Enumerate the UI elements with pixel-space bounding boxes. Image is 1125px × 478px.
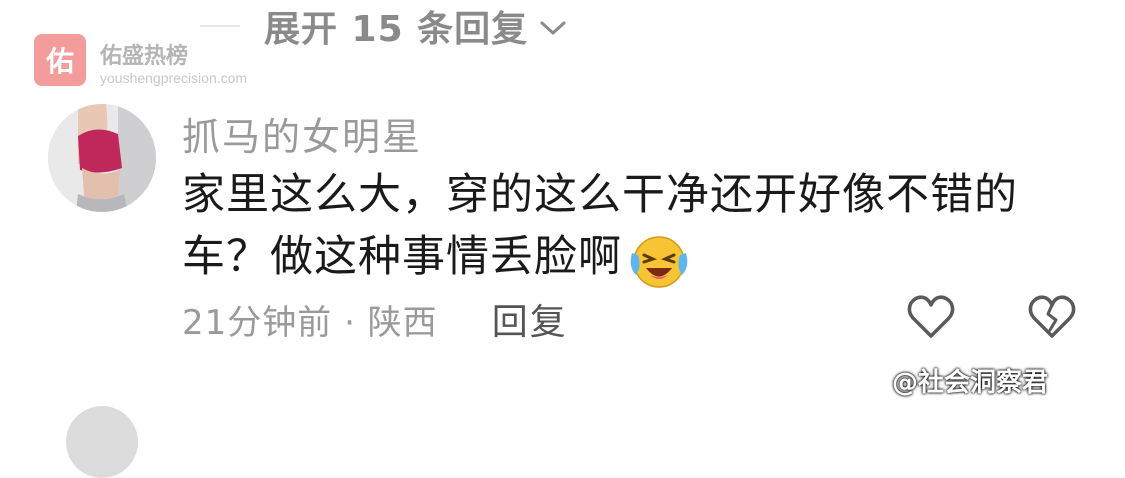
- comment-username[interactable]: 抓马的女明星: [182, 106, 422, 161]
- avatar[interactable]: [48, 104, 156, 212]
- expand-replies-button[interactable]: 展开 15 条回复: [200, 0, 568, 52]
- source-watermark: @社会洞察君: [892, 368, 1049, 398]
- avatar-photo: [48, 104, 156, 212]
- comment-meta: 21分钟前 · 陕西 回复: [182, 294, 568, 344]
- comment-text: 家里这么大，穿的这么干净还开好像不错的车？做这种事情丢脸啊: [182, 170, 1018, 282]
- broken-heart-icon: [1028, 295, 1076, 338]
- thread-divider-line: [200, 25, 240, 27]
- heart-icon: [907, 295, 955, 338]
- reply-button[interactable]: 回复: [492, 293, 568, 345]
- watermark-url: youshengprecision.com: [100, 70, 248, 86]
- like-button[interactable]: [905, 292, 957, 342]
- chevron-down-icon: [540, 21, 566, 35]
- comment-time-location: 21分钟前 · 陕西: [182, 302, 438, 343]
- watermark-logo: 佑: [34, 34, 86, 86]
- expand-replies-label: 展开 15 条回复: [264, 9, 529, 50]
- dislike-button[interactable]: [1026, 292, 1078, 342]
- laughing-crying-emoji-icon: [630, 235, 688, 288]
- comment-body: 家里这么大，穿的这么干净还开好像不错的车？做这种事情丢脸啊: [182, 164, 1062, 289]
- next-comment-avatar[interactable]: [66, 406, 138, 478]
- watermark-name: 佑盛热榜: [100, 44, 189, 69]
